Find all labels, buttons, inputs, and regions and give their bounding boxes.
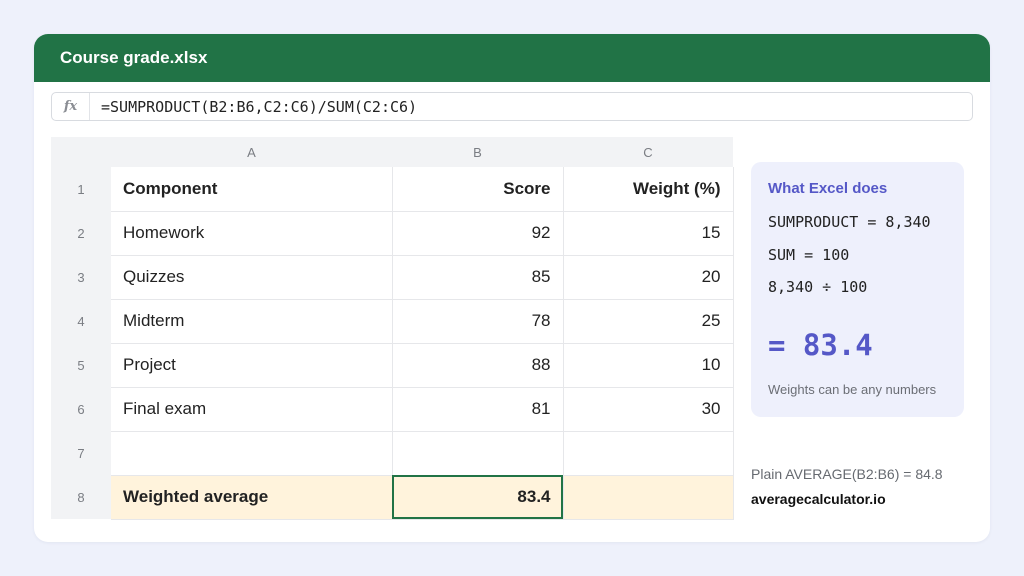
window-title: Course grade.xlsx: [34, 34, 990, 82]
cell-b1[interactable]: Score: [392, 167, 564, 212]
fx-icon: fx: [52, 93, 90, 120]
table-row: 5 Project 88 10: [51, 343, 734, 388]
select-all-corner[interactable]: [51, 137, 111, 167]
plain-average-note: Plain AVERAGE(B2:B6) = 84.8: [751, 466, 943, 482]
site-credit: averagecalculator.io: [751, 491, 886, 507]
cell-a8[interactable]: Weighted average: [111, 475, 393, 520]
panel-line-sum: SUM = 100: [768, 246, 850, 264]
table-row: 4 Midterm 78 25: [51, 299, 734, 344]
formula-input[interactable]: =SUMPRODUCT(B2:B6,C2:C6)/SUM(C2:C6): [90, 98, 417, 116]
row-header[interactable]: 8: [51, 475, 111, 519]
cell-b4[interactable]: 78: [392, 299, 564, 344]
cell-b8-selected[interactable]: 83.4: [392, 475, 564, 520]
explanation-panel: What Excel does SUMPRODUCT = 8,340 SUM =…: [751, 162, 964, 417]
panel-result: = 83.4: [768, 328, 873, 362]
cell-c4[interactable]: 25: [563, 299, 734, 344]
cell-c2[interactable]: 15: [563, 211, 734, 256]
cell-b3[interactable]: 85: [392, 255, 564, 300]
cell-a5[interactable]: Project: [111, 343, 393, 388]
cell-a3[interactable]: Quizzes: [111, 255, 393, 300]
panel-note: Weights can be any numbers: [768, 382, 937, 397]
spreadsheet-window: Course grade.xlsx fx =SUMPRODUCT(B2:B6,C…: [34, 34, 990, 542]
cell-b5[interactable]: 88: [392, 343, 564, 388]
column-header-b[interactable]: B: [392, 137, 563, 167]
table-row: 1 Component Score Weight (%): [51, 167, 734, 212]
panel-line-sumproduct: SUMPRODUCT = 8,340: [768, 213, 931, 231]
cell-c8[interactable]: [563, 475, 734, 520]
column-header-a[interactable]: A: [111, 137, 392, 167]
cell-a6[interactable]: Final exam: [111, 387, 393, 432]
table-row: 6 Final exam 81 30: [51, 387, 734, 432]
row-header[interactable]: 7: [51, 431, 111, 475]
cell-c7[interactable]: [563, 431, 734, 476]
row-header[interactable]: 3: [51, 255, 111, 299]
table-row: 2 Homework 92 15: [51, 211, 734, 256]
row-header[interactable]: 1: [51, 167, 111, 211]
row-header[interactable]: 4: [51, 299, 111, 343]
table-row: 8 Weighted average 83.4: [51, 475, 734, 520]
cell-b7[interactable]: [392, 431, 564, 476]
cell-a4[interactable]: Midterm: [111, 299, 393, 344]
spreadsheet-grid: A B C 1 Component Score Weight (%) 2 Hom…: [51, 137, 734, 520]
cell-a7[interactable]: [111, 431, 393, 476]
cell-c5[interactable]: 10: [563, 343, 734, 388]
column-header-c[interactable]: C: [563, 137, 733, 167]
cell-c6[interactable]: 30: [563, 387, 734, 432]
row-header[interactable]: 6: [51, 387, 111, 431]
cell-b2[interactable]: 92: [392, 211, 564, 256]
formula-bar[interactable]: fx =SUMPRODUCT(B2:B6,C2:C6)/SUM(C2:C6): [51, 92, 973, 121]
panel-title: What Excel does: [768, 180, 888, 197]
table-row: 7: [51, 431, 734, 476]
cell-b6[interactable]: 81: [392, 387, 564, 432]
table-row: 3 Quizzes 85 20: [51, 255, 734, 300]
row-header[interactable]: 5: [51, 343, 111, 387]
panel-line-division: 8,340 ÷ 100: [768, 278, 868, 296]
cell-a1[interactable]: Component: [111, 167, 393, 212]
cell-c3[interactable]: 20: [563, 255, 734, 300]
cell-c1[interactable]: Weight (%): [563, 167, 734, 212]
cell-a2[interactable]: Homework: [111, 211, 393, 256]
row-header[interactable]: 2: [51, 211, 111, 255]
